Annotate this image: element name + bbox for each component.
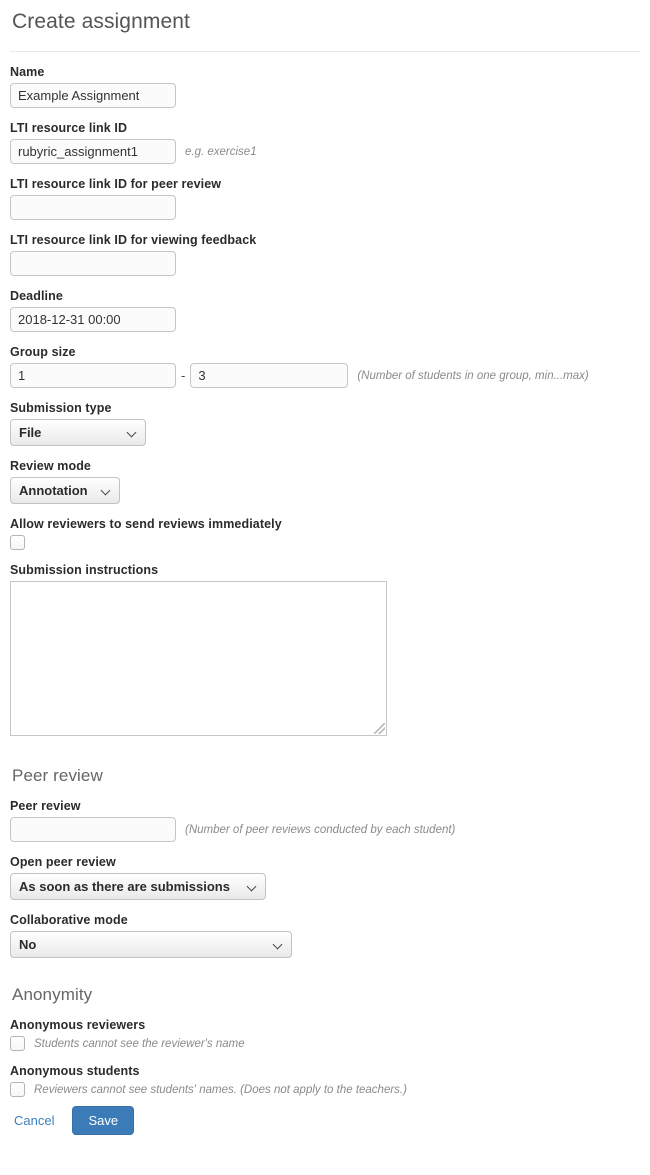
label-anonymous-students: Anonymous students xyxy=(10,1064,140,1078)
submission-type-select[interactable]: File xyxy=(10,419,146,446)
group-size-row: - (Number of students in one group, min.… xyxy=(10,363,640,388)
chevron-down-icon xyxy=(101,486,111,496)
label-lti-resource-link-id-peer-review: LTI resource link ID for peer review xyxy=(10,177,222,191)
field-allow-immediate-reviews: Allow reviewers to send reviews immediat… xyxy=(10,517,640,550)
name-input[interactable] xyxy=(10,83,176,108)
peer-review-section-title: Peer review xyxy=(12,766,103,785)
allow-immediate-reviews-checkbox[interactable] xyxy=(10,535,25,550)
label-peer-review: Peer review xyxy=(10,799,81,813)
peer-review-input[interactable] xyxy=(10,817,176,842)
anonymous-reviewers-note: Students cannot see the reviewer's name xyxy=(34,1037,245,1050)
open-peer-review-value: As soon as there are submissions xyxy=(19,879,230,894)
label-submission-instructions: Submission instructions xyxy=(10,563,159,577)
label-deadline: Deadline xyxy=(10,289,63,303)
lti-resource-link-id-hint: e.g. exercise1 xyxy=(185,145,257,158)
label-anonymous-reviewers: Anonymous reviewers xyxy=(10,1018,146,1032)
group-size-max-input[interactable] xyxy=(190,363,349,388)
lti-resource-link-id-row: e.g. exercise1 xyxy=(10,139,640,164)
create-assignment-form: Create assignment Name LTI resource link… xyxy=(0,0,650,1135)
submission-type-value: File xyxy=(19,425,42,440)
open-peer-review-select[interactable]: As soon as there are submissions xyxy=(10,873,266,900)
label-open-peer-review: Open peer review xyxy=(10,855,116,869)
label-lti-resource-link-id-viewing-feedback: LTI resource link ID for viewing feedbac… xyxy=(10,233,257,247)
label-lti-resource-link-id: LTI resource link ID xyxy=(10,121,128,135)
chevron-down-icon xyxy=(247,882,257,892)
label-name: Name xyxy=(10,65,45,79)
label-allow-immediate-reviews: Allow reviewers to send reviews immediat… xyxy=(10,517,282,531)
field-lti-resource-link-id-viewing-feedback: LTI resource link ID for viewing feedbac… xyxy=(10,233,640,276)
label-submission-type: Submission type xyxy=(10,401,112,415)
group-size-separator: - xyxy=(181,368,186,383)
anonymous-students-row: Reviewers cannot see students' names. (D… xyxy=(10,1082,640,1097)
cancel-link[interactable]: Cancel xyxy=(12,1109,56,1132)
title-divider xyxy=(10,51,640,52)
submission-instructions-wrap xyxy=(10,581,387,736)
label-group-size: Group size xyxy=(10,345,76,359)
save-button[interactable]: Save xyxy=(72,1106,135,1135)
anonymity-section-title: Anonymity xyxy=(12,985,93,1004)
allow-immediate-reviews-row xyxy=(10,535,640,550)
form-actions: Cancel Save xyxy=(10,1106,640,1135)
field-group-size: Group size - (Number of students in one … xyxy=(10,345,640,388)
group-size-hint: (Number of students in one group, min...… xyxy=(357,369,589,382)
lti-resource-link-id-viewing-feedback-input[interactable] xyxy=(10,251,176,276)
lti-resource-link-id-input[interactable] xyxy=(10,139,176,164)
field-lti-resource-link-id: LTI resource link ID e.g. exercise1 xyxy=(10,121,640,164)
peer-review-hint: (Number of peer reviews conducted by eac… xyxy=(185,823,456,836)
field-submission-type: Submission type File xyxy=(10,401,640,446)
page-title: Create assignment xyxy=(12,10,190,33)
anonymous-reviewers-checkbox[interactable] xyxy=(10,1036,25,1051)
field-submission-instructions: Submission instructions xyxy=(10,563,640,739)
field-collaborative-mode: Collaborative mode No xyxy=(10,913,640,958)
lti-resource-link-id-peer-review-input[interactable] xyxy=(10,195,176,220)
field-review-mode: Review mode Annotation xyxy=(10,459,640,504)
field-anonymous-reviewers: Anonymous reviewers Students cannot see … xyxy=(10,1018,640,1051)
anonymous-students-note: Reviewers cannot see students' names. (D… xyxy=(34,1083,407,1096)
peer-review-row: (Number of peer reviews conducted by eac… xyxy=(10,817,640,842)
label-collaborative-mode: Collaborative mode xyxy=(10,913,128,927)
collaborative-mode-select[interactable]: No xyxy=(10,931,292,958)
group-size-min-input[interactable] xyxy=(10,363,176,388)
anonymous-reviewers-row: Students cannot see the reviewer's name xyxy=(10,1036,640,1051)
review-mode-value: Annotation xyxy=(19,483,88,498)
field-lti-resource-link-id-peer-review: LTI resource link ID for peer review xyxy=(10,177,640,220)
label-review-mode: Review mode xyxy=(10,459,91,473)
deadline-input[interactable] xyxy=(10,307,176,332)
anonymous-students-checkbox[interactable] xyxy=(10,1082,25,1097)
review-mode-select[interactable]: Annotation xyxy=(10,477,120,504)
field-name: Name xyxy=(10,65,640,108)
chevron-down-icon xyxy=(273,940,283,950)
field-anonymous-students: Anonymous students Reviewers cannot see … xyxy=(10,1064,640,1097)
collaborative-mode-value: No xyxy=(19,937,37,952)
field-peer-review: Peer review (Number of peer reviews cond… xyxy=(10,799,640,842)
chevron-down-icon xyxy=(127,428,137,438)
submission-instructions-textarea[interactable] xyxy=(10,581,387,736)
field-open-peer-review: Open peer review As soon as there are su… xyxy=(10,855,640,900)
field-deadline: Deadline xyxy=(10,289,640,332)
